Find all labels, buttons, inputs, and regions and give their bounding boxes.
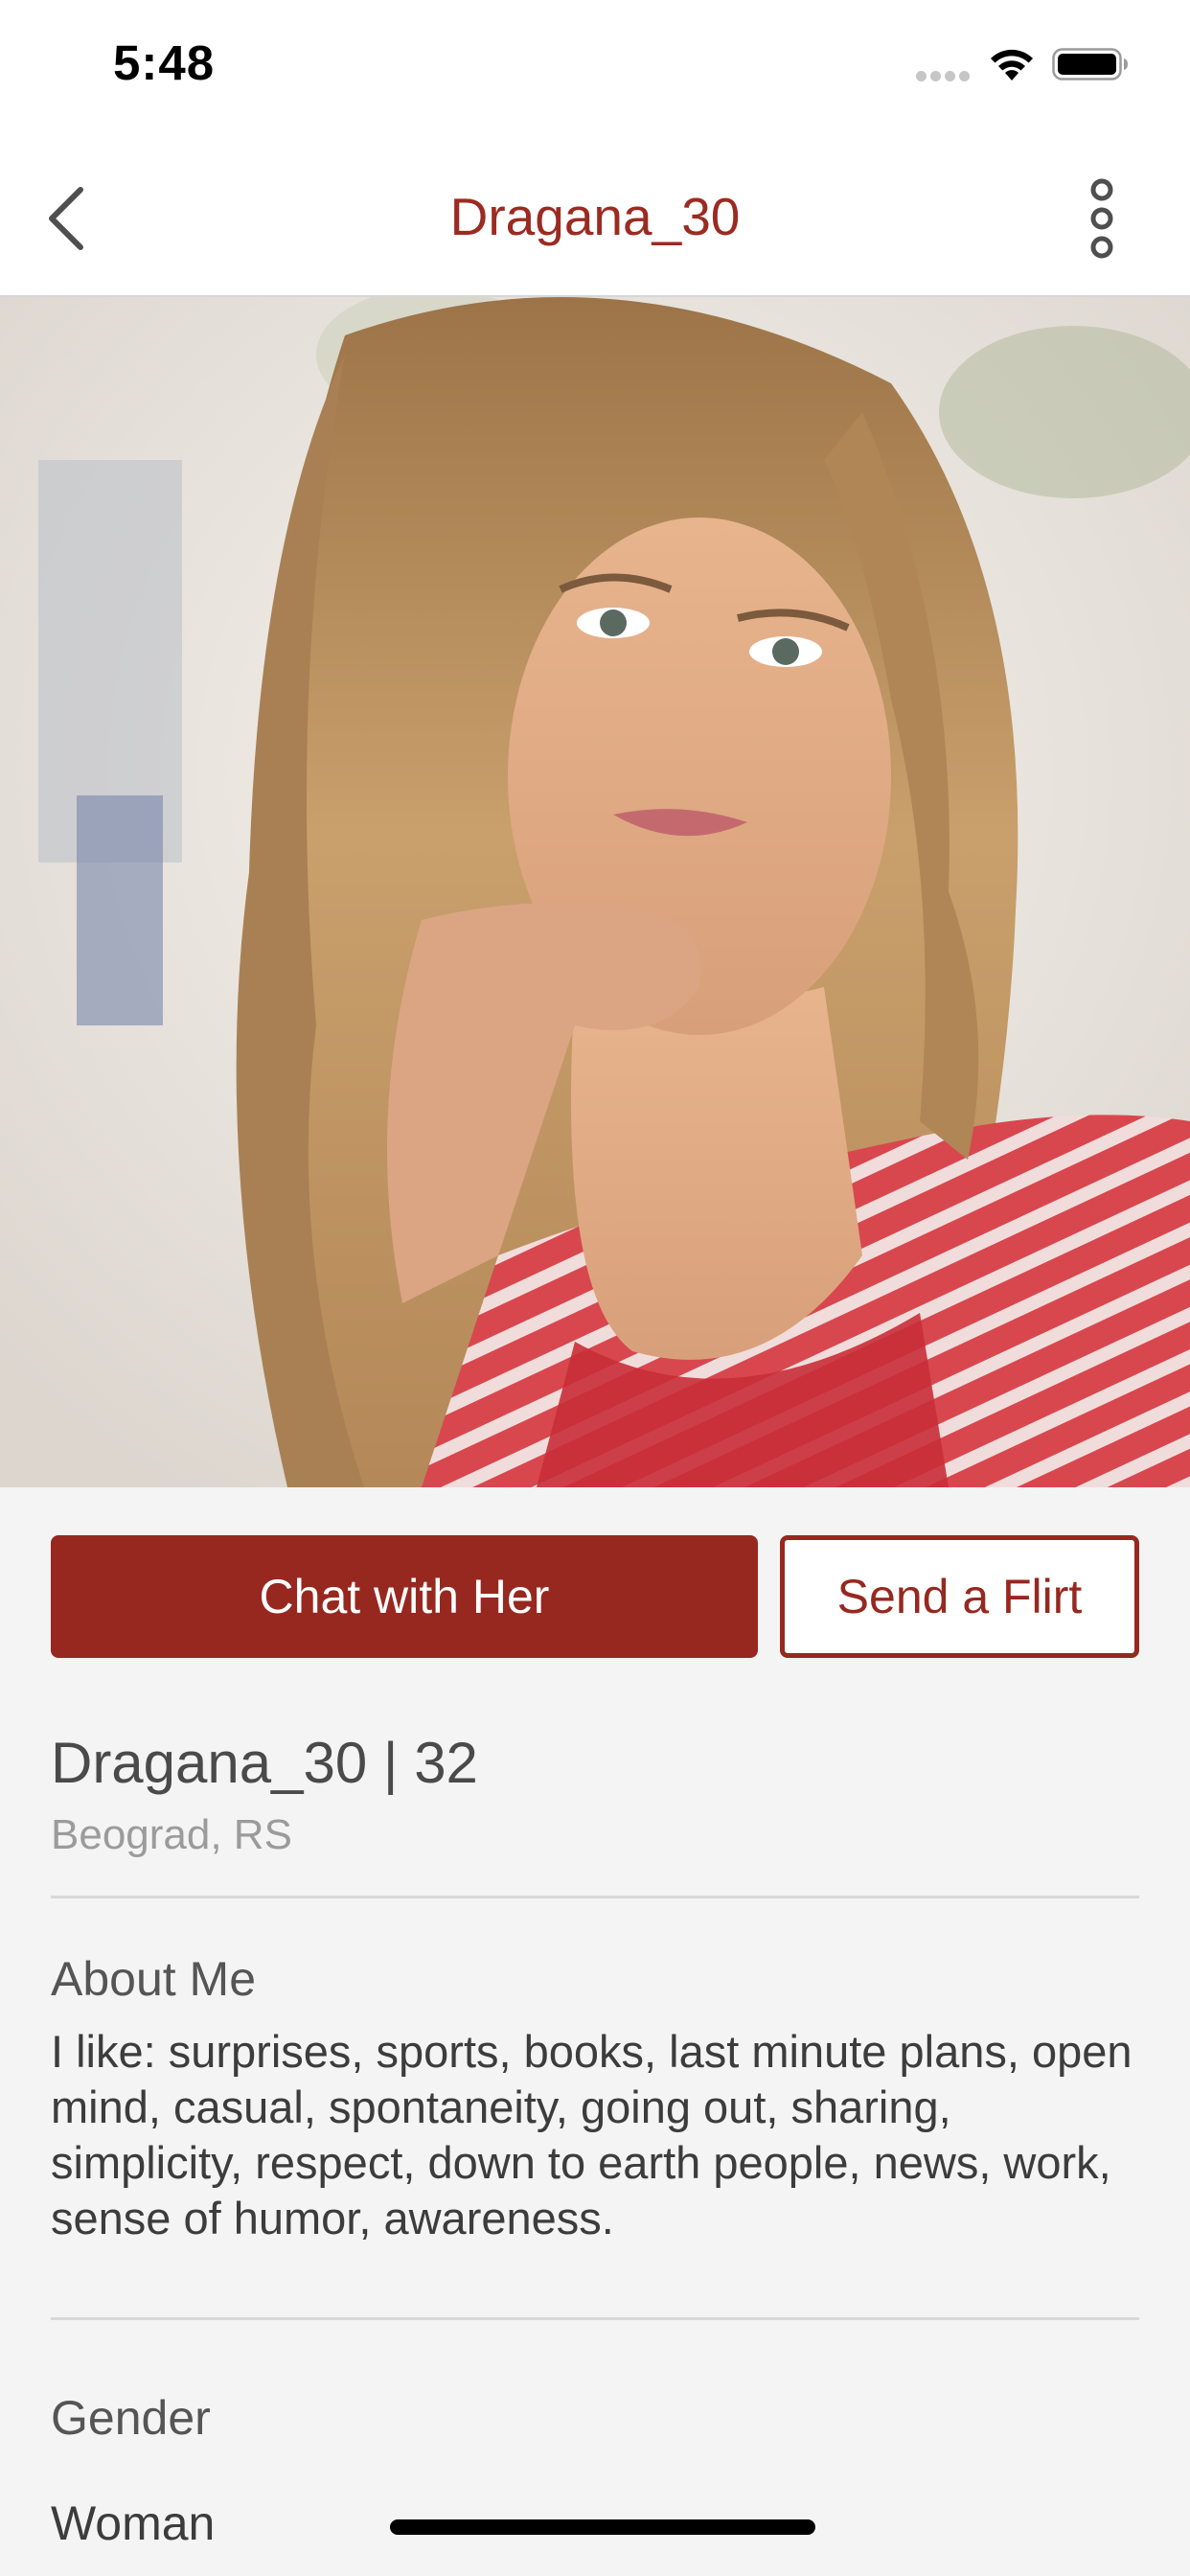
cellular-signal-icon bbox=[916, 71, 972, 82]
profile-photo[interactable] bbox=[0, 297, 1190, 1487]
about-me-text: I like: surprises, sports, books, last m… bbox=[51, 2026, 1133, 2243]
send-flirt-button[interactable]: Send a Flirt bbox=[780, 1535, 1139, 1658]
divider bbox=[51, 1896, 1139, 1898]
page-title: Dragana_30 bbox=[449, 187, 741, 246]
status-bar: 5:48 bbox=[0, 0, 1190, 126]
gender-value: Woman bbox=[51, 2496, 216, 2550]
home-indicator[interactable] bbox=[390, 2519, 815, 2535]
chat-button[interactable]: Chat with Her bbox=[51, 1535, 758, 1658]
divider bbox=[51, 2317, 1139, 2320]
profile-name-age: Dragana_30 | 32 bbox=[51, 1731, 478, 1795]
status-time: 5:48 bbox=[113, 35, 216, 90]
more-options-button[interactable] bbox=[1083, 178, 1121, 259]
gender-label: Gender bbox=[51, 2391, 211, 2445]
wifi-icon bbox=[991, 49, 1033, 80]
about-me-label: About Me bbox=[51, 1952, 257, 2006]
navigation-bar: Dragana_30 bbox=[0, 126, 1190, 297]
profile-location: Beograd, RS bbox=[51, 1811, 292, 1858]
battery-icon bbox=[1052, 48, 1128, 80]
profile-screen: 5:48 Dragana_30 Chat with Her Send a Fli… bbox=[0, 0, 1190, 2576]
